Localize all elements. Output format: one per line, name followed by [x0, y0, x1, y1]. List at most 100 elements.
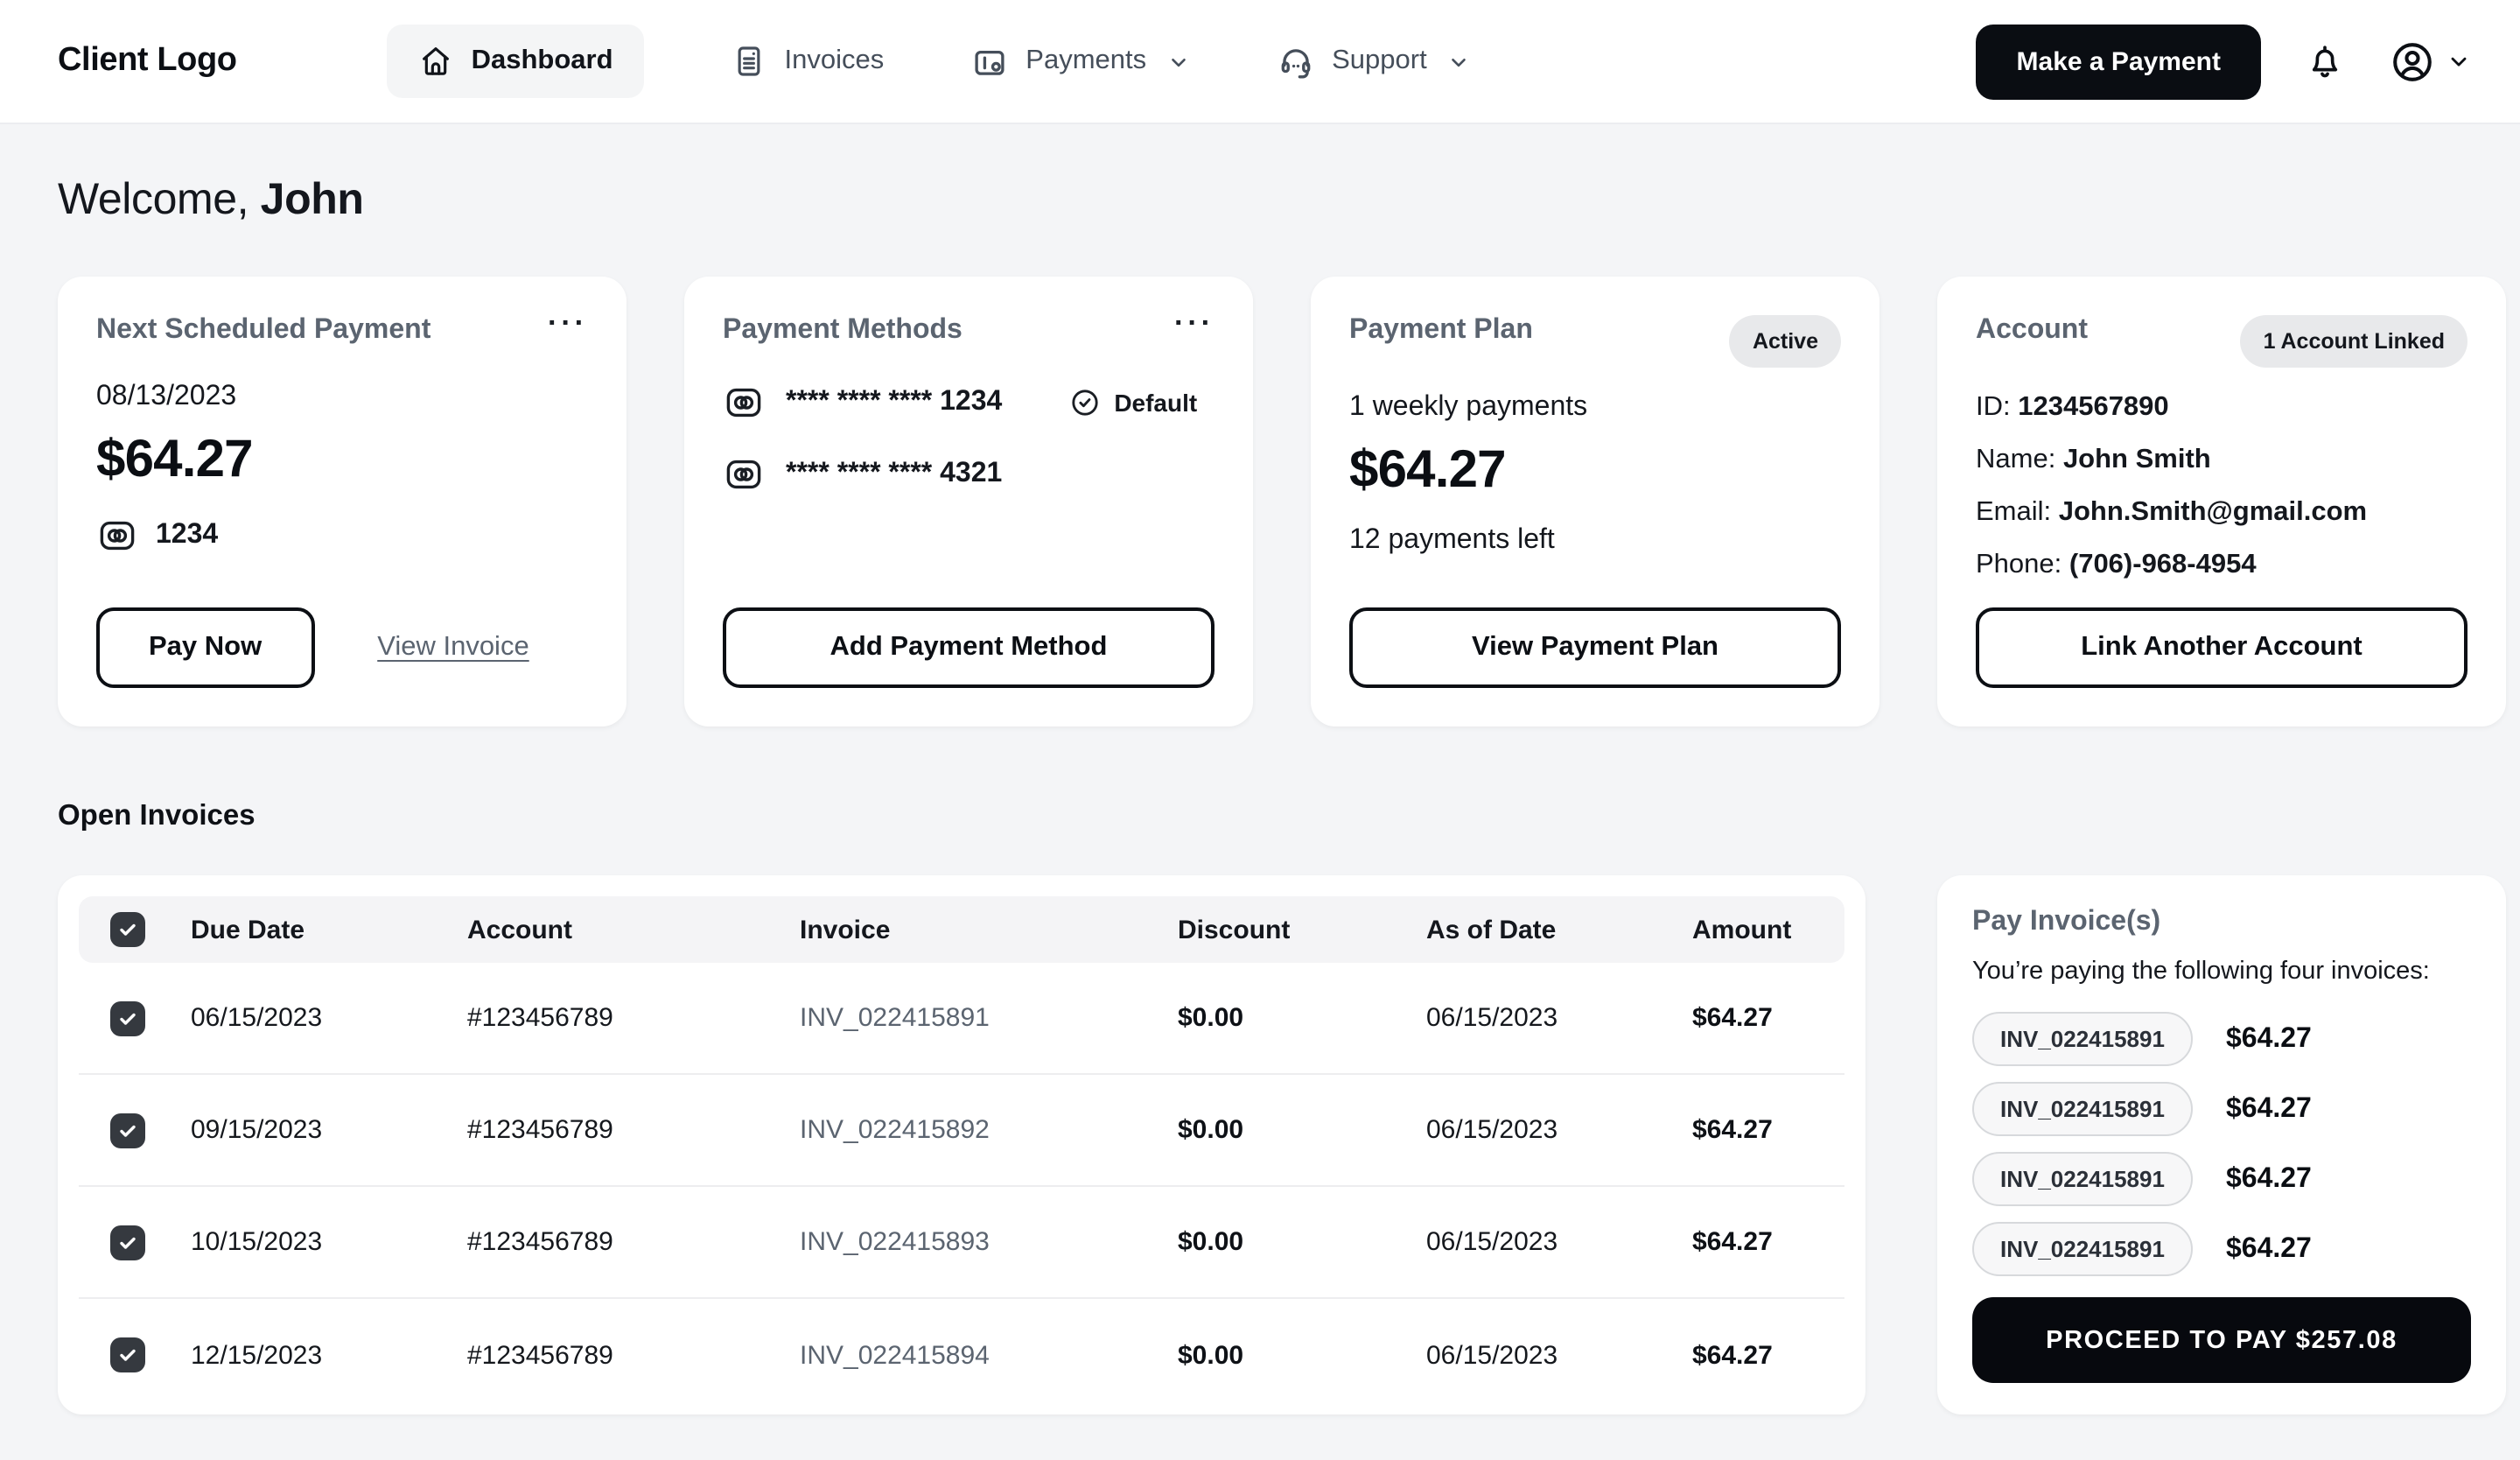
account-email-value: John.Smith@gmail.com [2059, 497, 2367, 527]
invoice-amount: $64.27 [2226, 1163, 2312, 1195]
proceed-to-pay-button[interactable]: PROCEED TO PAY $257.08 [1972, 1297, 2471, 1383]
invoices-section: Due Date Account Invoice Discount As of … [58, 875, 2506, 1414]
invoice-amount: $64.27 [2226, 1023, 2312, 1055]
default-method-tag: Default [1068, 387, 1197, 418]
cell-due-date: 10/15/2023 [191, 1227, 467, 1257]
account-email-line: Email: John.Smith@gmail.com [1976, 497, 2468, 529]
account-id-label: ID: [1976, 392, 2018, 422]
row-checkbox[interactable] [110, 1337, 145, 1372]
account-id-value: 1234567890 [2018, 392, 2168, 422]
card-icon [723, 382, 765, 424]
cell-due-date: 09/15/2023 [191, 1115, 467, 1145]
card-title: Payment Methods [723, 315, 962, 347]
main-content: Welcome, John Next Scheduled Payment ···… [0, 175, 2520, 1414]
row-checkbox[interactable] [110, 1225, 145, 1260]
pay-item-row: INV_022415891 $64.27 [1972, 1012, 2471, 1066]
account-email-label: Email: [1976, 497, 2059, 527]
plan-amount: $64.27 [1349, 441, 1841, 501]
card-last4: 1234 [156, 520, 218, 551]
card-icon [723, 453, 765, 495]
ellipsis-icon[interactable]: ··· [1174, 315, 1214, 333]
nav-item-invoices[interactable]: Invoices [732, 44, 885, 79]
cell-account: #123456789 [467, 1003, 800, 1033]
topbar: Client Logo Dashboard Invoices [0, 0, 2520, 124]
pay-invoices-panel: Pay Invoice(s) You’re paying the followi… [1937, 875, 2506, 1414]
account-name-value: John Smith [2063, 445, 2211, 474]
account-phone-value: (706)-968-4954 [2069, 550, 2257, 579]
cell-discount: $0.00 [1178, 1227, 1426, 1257]
client-logo: Client Logo [58, 42, 237, 81]
account-menu-button[interactable] [2389, 38, 2471, 85]
cell-as-of-date: 06/15/2023 [1426, 1340, 1692, 1370]
cell-as-of-date: 06/15/2023 [1426, 1115, 1692, 1145]
account-name-label: Name: [1976, 445, 2063, 474]
invoice-link[interactable]: INV_022415893 [800, 1227, 1178, 1257]
table-row: 12/15/2023 #123456789 INV_022415894 $0.0… [79, 1299, 1844, 1411]
chevron-down-icon [1448, 50, 1471, 73]
chevron-down-icon [1167, 50, 1190, 73]
pay-item-row: INV_022415891 $64.27 [1972, 1082, 2471, 1136]
pay-panel-subtitle: You’re paying the following four invoice… [1972, 958, 2471, 986]
welcome-text: Welcome, [58, 175, 261, 224]
plan-remaining: 12 payments left [1349, 525, 1841, 557]
table-row: 06/15/2023 #123456789 INV_022415891 $0.0… [79, 963, 1844, 1075]
view-invoice-link[interactable]: View Invoice [377, 632, 528, 663]
cell-discount: $0.00 [1178, 1340, 1426, 1370]
add-payment-method-button[interactable]: Add Payment Method [723, 607, 1214, 688]
check-circle-icon [1068, 387, 1100, 418]
account-linked-badge: 1 Account Linked [2241, 315, 2468, 368]
column-header-due-date: Due Date [191, 915, 467, 944]
payment-methods-card: Payment Methods ··· **** **** **** 1234 [684, 277, 1253, 726]
payment-dashboard: Client Logo Dashboard Invoices [0, 0, 2520, 1460]
plan-frequency: 1 weekly payments [1349, 392, 1841, 424]
invoice-link[interactable]: INV_022415891 [800, 1003, 1178, 1033]
next-payment-date: 08/13/2023 [96, 382, 588, 413]
cell-as-of-date: 06/15/2023 [1426, 1003, 1692, 1033]
pay-now-button[interactable]: Pay Now [96, 607, 314, 688]
cell-due-date: 12/15/2023 [191, 1340, 467, 1370]
page-title: Welcome, John [58, 175, 2506, 226]
masked-card-number: **** **** **** 1234 [786, 387, 1002, 418]
notifications-button[interactable] [2305, 41, 2345, 81]
card-icon [96, 515, 138, 557]
cell-amount: $64.27 [1692, 1115, 1844, 1145]
column-header-amount: Amount [1692, 915, 1844, 944]
column-header-account: Account [467, 915, 800, 944]
nav-item-support[interactable]: Support [1278, 43, 1471, 80]
cell-discount: $0.00 [1178, 1115, 1426, 1145]
invoice-amount: $64.27 [2226, 1233, 2312, 1265]
nav-item-payments[interactable]: Payments [971, 43, 1190, 80]
invoice-link[interactable]: INV_022415892 [800, 1115, 1178, 1145]
row-checkbox[interactable] [110, 1000, 145, 1035]
cell-account: #123456789 [467, 1340, 800, 1370]
column-header-discount: Discount [1178, 915, 1426, 944]
payment-plan-card: Payment Plan Active 1 weekly payments $6… [1311, 277, 1880, 726]
make-a-payment-button[interactable]: Make a Payment [1977, 24, 2261, 99]
status-badge: Active [1730, 315, 1841, 368]
row-checkbox[interactable] [110, 1113, 145, 1148]
pay-item-row: INV_022415891 $64.27 [1972, 1222, 2471, 1276]
view-payment-plan-button[interactable]: View Payment Plan [1349, 607, 1841, 688]
ellipsis-icon[interactable]: ··· [548, 315, 588, 333]
cell-due-date: 06/15/2023 [191, 1003, 467, 1033]
account-phone-label: Phone: [1976, 550, 2069, 579]
link-another-account-button[interactable]: Link Another Account [1976, 607, 2468, 688]
invoice-amount: $64.27 [2226, 1093, 2312, 1125]
welcome-name: John [261, 175, 364, 224]
wallet-icon [971, 43, 1008, 80]
cell-as-of-date: 06/15/2023 [1426, 1227, 1692, 1257]
nav-item-dashboard[interactable]: Dashboard [388, 25, 645, 98]
invoice-link[interactable]: INV_022415894 [800, 1340, 1178, 1370]
cell-account: #123456789 [467, 1227, 800, 1257]
column-header-as-of-date: As of Date [1426, 915, 1692, 944]
select-all-checkbox[interactable] [110, 912, 145, 947]
payment-method-row: **** **** **** 4321 [723, 453, 1214, 495]
cell-account: #123456789 [467, 1115, 800, 1145]
open-invoices-title: Open Invoices [58, 800, 2506, 833]
cell-amount: $64.27 [1692, 1340, 1844, 1370]
nav-label-payments: Payments [1026, 46, 1146, 77]
account-name-line: Name: John Smith [1976, 445, 2468, 476]
card-title: Account [1976, 315, 2088, 347]
next-scheduled-payment-card: Next Scheduled Payment ··· 08/13/2023 $6… [58, 277, 626, 726]
proceed-label: PROCEED TO PAY [2046, 1326, 2296, 1354]
